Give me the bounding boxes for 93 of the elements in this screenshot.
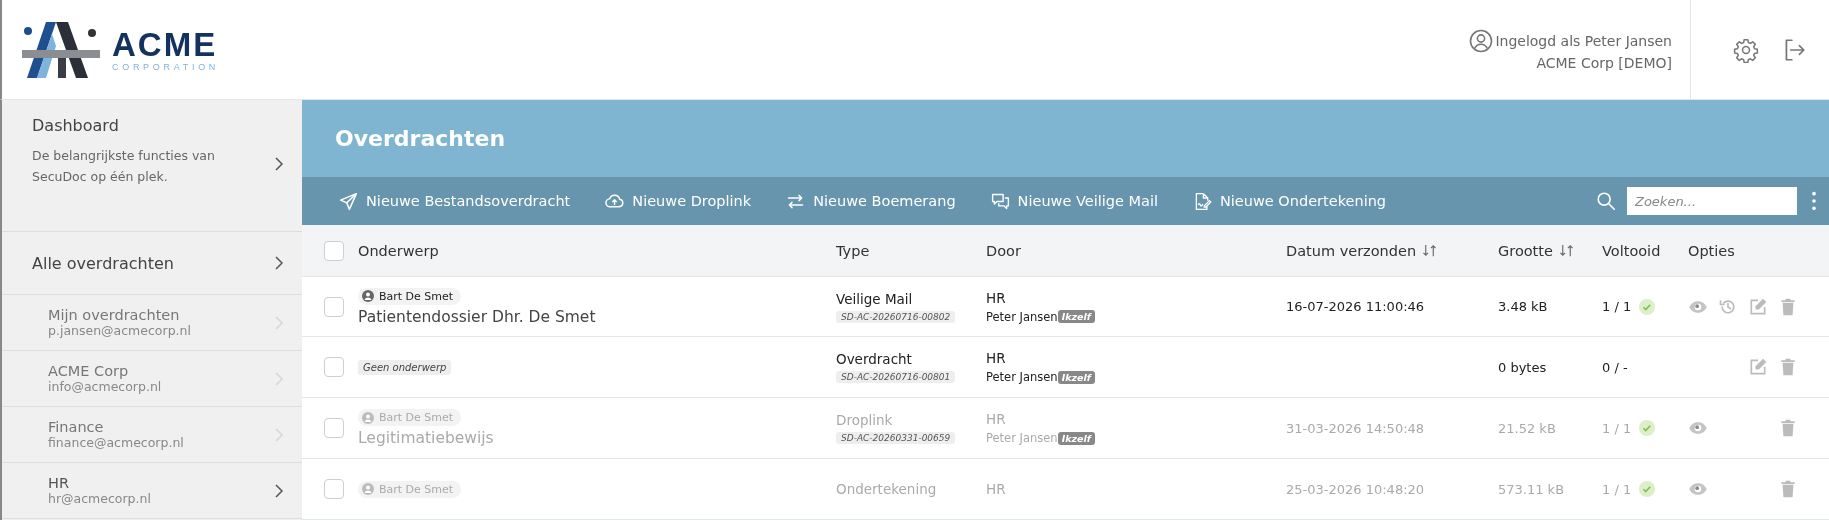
user-icon (1469, 28, 1494, 53)
logged-in-user: Ingelogd als Peter Jansen (1495, 32, 1672, 49)
mailbox-item[interactable]: Finance finance@acmecorp.nl (2, 407, 302, 463)
reference-tag: SD-AC-20260716-00802 (836, 310, 956, 323)
subject-text: Legitimatiebewijs (358, 429, 494, 448)
mailbox-email: info@acmecorp.nl (48, 379, 163, 394)
sent-date-text: 25-03-2026 10:48:20 (1286, 481, 1425, 497)
chevron-right-icon (274, 156, 284, 172)
department-text: HR (986, 481, 1006, 498)
chevron-right-icon (274, 255, 284, 271)
mailbox-item[interactable]: Mijn overdrachten p.jansen@acmecorp.nl (2, 295, 302, 351)
mailbox-item[interactable]: HR hr@acmecorp.nl (2, 463, 302, 519)
person-icon (362, 290, 374, 303)
size-text: 573.11 kB (1498, 481, 1565, 497)
edit-icon[interactable] (1748, 296, 1768, 317)
type-text: Overdracht (836, 351, 912, 368)
chevron-right-icon (274, 370, 284, 387)
search-field[interactable]: Zoeken... (1627, 187, 1797, 216)
logo-icon (22, 19, 102, 80)
sender-name: Bart De Smet (379, 482, 454, 496)
department-text: HR (986, 350, 1006, 367)
completed-count: 1 / 1 (1602, 481, 1632, 497)
page-title: Overdrachten (335, 126, 506, 152)
row-checkbox[interactable] (324, 479, 344, 500)
brand-subtitle: CORPORATION (112, 61, 220, 72)
row-checkbox[interactable] (324, 357, 344, 378)
row-checkbox[interactable] (324, 296, 344, 317)
reference-tag: SD-AC-20260716-00801 (836, 371, 956, 384)
trash-icon[interactable] (1778, 357, 1798, 378)
table-row[interactable]: Bart De Smet Patientendossier Dhr. De Smet Veilige Mail SD-AC-20260716-00802 HR Peter Jansen Ikzelf 16-07-2026 11:00:46 3.48 kB 1 / 1 (302, 276, 1829, 338)
sort-icon[interactable] (1558, 243, 1574, 259)
size-text: 0 bytes (1498, 359, 1547, 375)
person-icon (362, 483, 374, 496)
sender-user-text: Peter Jansen (986, 370, 1058, 385)
completed-count: 1 / 1 (1602, 420, 1632, 436)
sort-icon[interactable] (1422, 243, 1438, 259)
mailbox-name: Finance (48, 419, 105, 435)
department-text: HR (986, 289, 1006, 306)
sent-date-text: 31-03-2026 14:50:48 (1286, 420, 1425, 436)
column-header[interactable]: Voltooid (1602, 242, 1661, 259)
mailbox-name: Mijn overdrachten (48, 307, 181, 323)
mailbox-item[interactable]: ACME Corp info@acmecorp.nl (2, 351, 302, 407)
self-tag: Ikzelf (1057, 370, 1095, 384)
brand-name: ACME (112, 27, 219, 62)
size-text: 3.48 kB (1498, 299, 1548, 315)
sender-user-text: Peter Jansen (986, 431, 1058, 446)
completed-count: 0 / - (1602, 359, 1628, 375)
self-tag: Ikzelf (1057, 310, 1095, 324)
column-header[interactable]: Door (986, 242, 1021, 259)
mailbox-name: ACME Corp (48, 363, 130, 379)
trash-icon[interactable] (1778, 296, 1798, 317)
department-text: HR (986, 411, 1006, 428)
mailbox-email: hr@acmecorp.nl (48, 491, 152, 506)
chevron-right-icon (274, 314, 284, 331)
sent-date-text: 16-07-2026 11:00:46 (1286, 299, 1425, 315)
trash-icon[interactable] (1778, 479, 1798, 500)
reference-tag: SD-AC-20260331-00659 (836, 432, 956, 445)
type-text: Droplink (836, 412, 893, 429)
table-row[interactable]: Geen onderwerp Overdracht SD-AC-20260716-00801 HR Peter Jansen Ikzelf 0 bytes 0 / - (302, 337, 1829, 399)
sender-user-text: Peter Jansen (986, 309, 1058, 324)
mailbox-email: p.jansen@acmecorp.nl (48, 323, 192, 338)
trash-icon[interactable] (1778, 418, 1798, 439)
all-transfers-label: Alle overdrachten (32, 253, 175, 273)
dashboard-description: De belangrijkste functies van SecuDoc op één plek. (32, 147, 216, 186)
paper-plane-icon (338, 190, 359, 212)
chevron-right-icon (274, 426, 284, 443)
type-text: Veilige Mail (836, 290, 913, 307)
chevron-right-icon (274, 482, 284, 499)
settings-icon[interactable] (1733, 36, 1759, 63)
column-header[interactable]: Datum verzonden (1286, 242, 1417, 259)
type-text: Ondertekening (836, 481, 937, 498)
column-header[interactable]: Opties (1688, 242, 1735, 259)
column-header[interactable]: Type (836, 242, 870, 259)
sender-name: Bart De Smet (379, 411, 454, 425)
person-icon (362, 411, 374, 424)
mailbox-email: finance@acmecorp.nl (48, 435, 185, 450)
dashboard-title: Dashboard (32, 116, 120, 135)
sender-name: Bart De Smet (379, 289, 454, 303)
search-icon[interactable] (1595, 190, 1617, 213)
column-header[interactable]: Onderwerp (358, 242, 439, 259)
completed-count: 1 / 1 (1602, 299, 1632, 315)
subject-text: Patientendossier Dhr. De Smet (358, 307, 596, 326)
table-row[interactable]: Bart De Smet Legitimatiebewijs Droplink SD-AC-20260331-00659 HR Peter Jansen Ikzelf 31-03-2026 14:50:48 21.52 kB 1 / 1 (302, 398, 1829, 460)
edit-icon[interactable] (1748, 357, 1768, 378)
no-subject-tag: Geen onderwerp (358, 359, 452, 375)
size-text: 21.52 kB (1498, 420, 1556, 436)
row-checkbox[interactable] (324, 418, 344, 439)
self-tag: Ikzelf (1057, 431, 1095, 445)
mailbox-name: HR (48, 475, 70, 491)
more-options-icon[interactable] (1811, 190, 1817, 213)
column-header[interactable]: Grootte (1498, 242, 1553, 259)
organization-name: ACME Corp [DEMO] (1536, 54, 1672, 71)
select-all-checkbox[interactable] (324, 240, 344, 261)
